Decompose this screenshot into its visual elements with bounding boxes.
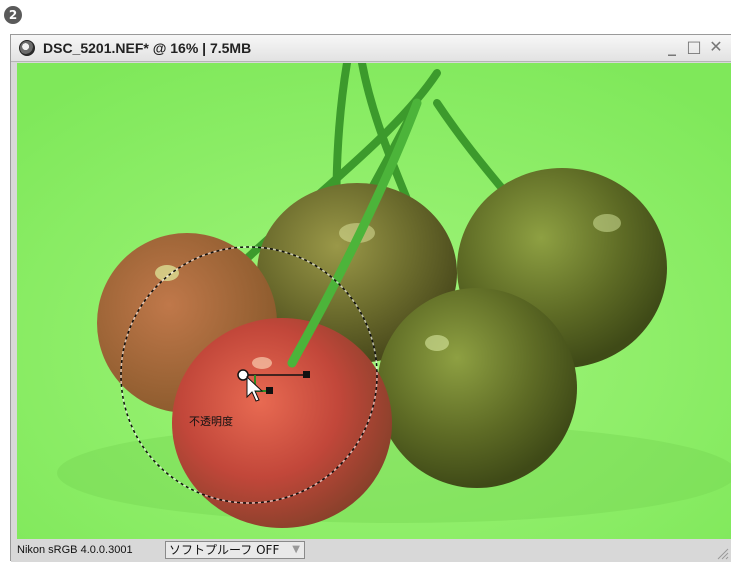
maximize-button[interactable]: □: [685, 38, 703, 56]
minimize-button[interactable]: _: [663, 38, 681, 56]
dropdown-arrow-icon: ▼: [292, 544, 300, 555]
resize-grip-icon[interactable]: [715, 546, 729, 560]
image-window: DSC_5201.NEF* @ 16% | 7.5MB _ □ ✕ 不透明度 N…: [10, 34, 731, 562]
window-titlebar[interactable]: DSC_5201.NEF* @ 16% | 7.5MB _ □ ✕: [11, 35, 731, 62]
cherries-photo: [17, 63, 731, 539]
color-profile-label: Nikon sRGB 4.0.0.3001: [17, 544, 133, 556]
softproof-dropdown[interactable]: ソフトプルーフ OFF ▼: [165, 541, 305, 559]
app-lens-icon: [19, 40, 35, 56]
image-canvas[interactable]: 不透明度: [17, 63, 731, 539]
opacity-label: 不透明度: [189, 415, 233, 428]
status-bar: Nikon sRGB 4.0.0.3001 ソフトプルーフ OFF ▼: [11, 540, 731, 562]
softproof-value: ソフトプルーフ OFF: [169, 543, 280, 557]
step-number-badge: 2: [4, 6, 22, 24]
window-controls: _ □ ✕: [663, 38, 725, 56]
close-button[interactable]: ✕: [707, 38, 725, 56]
window-title: DSC_5201.NEF* @ 16% | 7.5MB: [43, 40, 252, 56]
